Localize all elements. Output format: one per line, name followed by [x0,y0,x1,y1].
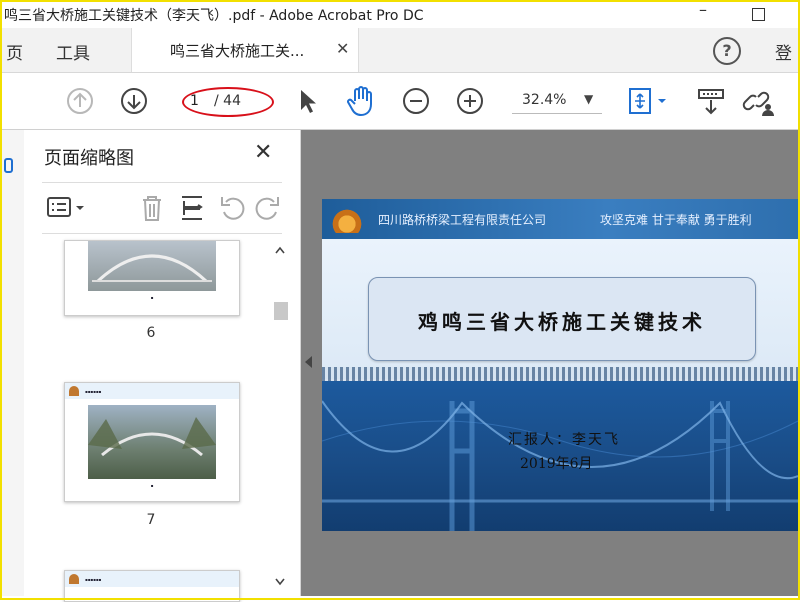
thumbnail-photo [88,241,216,291]
presenter-name: 汇报人：李天飞 [508,432,620,448]
delete-icon[interactable] [138,193,166,223]
company-name: 四川路桥桥梁工程有限责任公司 [378,213,547,227]
zoom-value: 32.4% [522,92,567,108]
sign-in-button[interactable]: 登 [775,39,792,64]
decorative-stripe [322,367,798,381]
options-menu-icon[interactable] [46,195,88,221]
page-thumbnails-icon[interactable] [4,158,14,174]
pdf-page-1: 四川路桥桥梁工程有限责任公司 攻坚克难 甘于奉献 勇于胜利 鸡鸣三省大桥施工关键… [322,199,798,531]
tab-tools[interactable]: 工具 [56,39,90,64]
slide-header: 四川路桥桥梁工程有限责任公司 攻坚克难 甘于奉献 勇于胜利 [322,199,798,239]
zoom-out-icon[interactable] [402,87,430,115]
scroll-down-icon[interactable] [275,578,285,586]
share-link-icon[interactable] [742,87,776,117]
zoom-dropdown[interactable]: 32.4% ▼ [512,89,602,114]
document-tab-label: 鸣三省大桥施工关... [170,42,305,60]
minimize-button[interactable]: – [699,0,707,19]
scroll-thumb[interactable] [274,302,288,320]
page-navigator[interactable]: 1 / 44 [182,87,274,117]
presentation-date: 2019年6月 [520,456,593,472]
thumbnail-header: ▪▪▪▪▪▪ [65,383,239,399]
zoom-in-icon[interactable] [456,87,484,115]
thumbnail-scrollbar[interactable] [272,240,288,594]
thumbnail-page-number: 7 [146,512,156,528]
insert-page-icon[interactable] [178,193,206,223]
title-bar: 鸣三省大桥施工关键技术（李天飞）.pdf - Adobe Acrobat Pro… [2,0,798,28]
panel-title: 页面缩略图 [44,148,134,169]
collapse-panel-icon[interactable] [305,356,312,368]
window-title: 鸣三省大桥施工关键技术（李天飞）.pdf - Adobe Acrobat Pro… [4,8,424,24]
navigation-pane-strip [2,130,25,596]
thumbnails-panel: 页面缩略图 ✕ ▪ 6 ▪▪▪▪▪▪ ▪ 7 ▪▪▪▪▪▪ [24,130,301,602]
fit-page-icon[interactable] [626,87,670,115]
maximize-button[interactable] [752,8,765,21]
close-tab-icon[interactable]: ✕ [336,39,349,58]
page-number-input[interactable]: 1 [190,93,199,109]
thumbnail-page-8[interactable]: ▪▪▪▪▪▪ [64,570,240,602]
thumbnail-page-7[interactable]: ▪▪▪▪▪▪ ▪ [64,382,240,502]
thumbnail-caption: ▪ [150,295,154,300]
thumbnail-page-6[interactable]: ▪ [64,240,240,316]
slide-title: 鸡鸣三省大桥施工关键技术 [418,310,706,334]
previous-page-icon[interactable] [66,87,94,115]
thumbnail-toolbar [42,182,282,234]
thumbnail-header: ▪▪▪▪▪▪ [65,571,239,587]
rotate-left-icon[interactable] [218,193,246,223]
scroll-mode-icon[interactable] [696,87,726,117]
hand-tool-icon[interactable] [346,85,376,117]
thumbnail-page-number: 6 [146,325,156,341]
help-icon[interactable]: ? [713,37,741,65]
main-toolbar: 1 / 44 32.4% ▼ [2,73,798,130]
company-slogan: 攻坚克难 甘于奉献 勇于胜利 [600,213,752,227]
scroll-up-icon[interactable] [275,246,285,254]
select-tool-icon[interactable] [296,87,318,115]
page-total: / 44 [214,93,241,109]
tab-document[interactable]: 鸣三省大桥施工关... ✕ [131,28,359,72]
next-page-icon[interactable] [120,87,148,115]
tab-bar: 页 工具 鸣三省大桥施工关... ✕ ? 登 [2,28,798,73]
thumbnail-caption: ▪ [150,483,154,488]
rotate-right-icon[interactable] [254,193,282,223]
tab-home[interactable]: 页 [6,39,23,64]
thumbnail-photo [88,405,216,479]
close-panel-icon[interactable]: ✕ [254,140,272,165]
company-logo-icon [328,203,366,233]
slide-title-box: 鸡鸣三省大桥施工关键技术 [368,277,756,361]
chevron-down-icon: ▼ [584,92,594,106]
